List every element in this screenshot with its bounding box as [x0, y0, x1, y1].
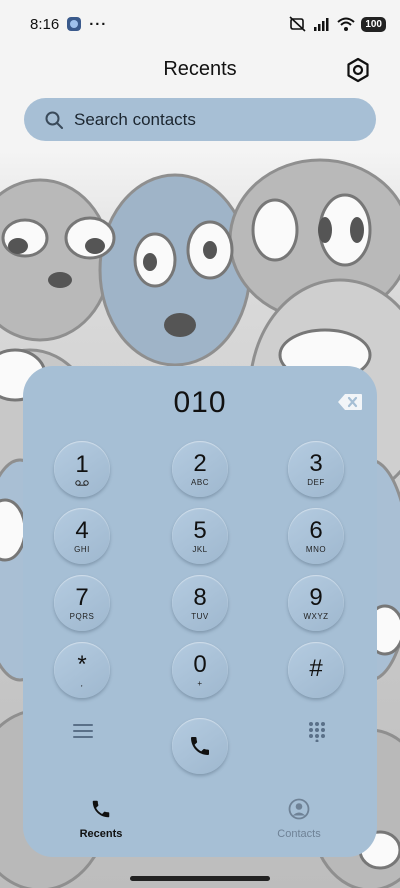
key-star[interactable]: * , [54, 642, 110, 698]
key-digit: 8 [193, 583, 207, 611]
key-letters: PQRS [69, 611, 95, 621]
search-placeholder: Search contacts [74, 109, 196, 129]
key-digit: 3 [309, 449, 323, 477]
key-6[interactable]: 6 MNO [288, 508, 344, 564]
search-icon [45, 111, 63, 129]
key-3[interactable]: 3 DEF [288, 441, 344, 497]
app-notification-icon [67, 17, 82, 31]
tab-contacts-label: Contacts [277, 828, 321, 840]
page-title: Recents [163, 58, 237, 80]
key-digit: 9 [309, 583, 323, 611]
key-digit: # [309, 655, 323, 682]
key-letters: ABC [191, 477, 209, 487]
dialpad-grid-icon[interactable] [306, 720, 328, 742]
wifi-icon [337, 17, 355, 31]
tab-contacts[interactable]: Contacts [249, 798, 349, 842]
key-hash[interactable]: # [288, 642, 344, 698]
dialed-number: 010 [173, 386, 227, 419]
key-7[interactable]: 7 PQRS [54, 575, 110, 631]
menu-icon[interactable] [71, 721, 95, 741]
key-letters: , [80, 678, 84, 688]
key-digit: 4 [75, 516, 89, 544]
settings-hex-icon[interactable] [344, 56, 372, 84]
key-letters: DEF [307, 477, 325, 487]
key-1[interactable]: 1 [54, 441, 110, 497]
call-button[interactable] [172, 718, 228, 774]
key-digit: 7 [75, 583, 89, 611]
home-indicator[interactable] [130, 876, 270, 881]
key-digit: 6 [309, 516, 323, 544]
key-letters: JKL [192, 544, 208, 554]
key-2[interactable]: 2 ABC [172, 441, 228, 497]
backspace-icon[interactable] [337, 393, 363, 411]
key-letters: MNO [305, 544, 327, 554]
mute-vibrate-icon [289, 16, 306, 32]
dialer-panel: 010 1 2 ABC 3 DEF 4 GHI 5 JKL 6 MNO 7 PQ… [23, 366, 377, 857]
battery-indicator: 100 [361, 16, 386, 32]
search-input[interactable]: Search contacts [24, 98, 376, 141]
key-5[interactable]: 5 JKL [172, 508, 228, 564]
key-digit: 1 [75, 450, 89, 478]
key-letters: WXYZ [303, 611, 329, 621]
more-notifications-icon: ··· [89, 15, 108, 33]
status-bar: 8:16 ··· 100 [0, 0, 400, 48]
key-0[interactable]: 0 + [172, 642, 228, 698]
key-letters: GHI [74, 544, 90, 554]
status-icons: 100 [289, 16, 386, 32]
key-digit: 5 [193, 516, 207, 544]
tab-recents-label: Recents [79, 828, 123, 840]
key-4[interactable]: 4 GHI [54, 508, 110, 564]
key-8[interactable]: 8 TUV [172, 575, 228, 631]
signal-icon [314, 18, 329, 31]
key-digit: 2 [193, 449, 207, 477]
tab-recents[interactable]: Recents [51, 798, 151, 842]
key-letters: TUV [191, 611, 209, 621]
key-digit: * [77, 650, 87, 678]
phone-icon [92, 800, 110, 818]
key-9[interactable]: 9 WXYZ [288, 575, 344, 631]
status-time: 8:16 [30, 15, 60, 33]
contact-person-icon [288, 798, 310, 820]
key-digit: 0 [193, 650, 207, 678]
phone-icon [191, 737, 209, 755]
key-letters: + [197, 678, 203, 688]
voicemail-icon [75, 479, 89, 486]
